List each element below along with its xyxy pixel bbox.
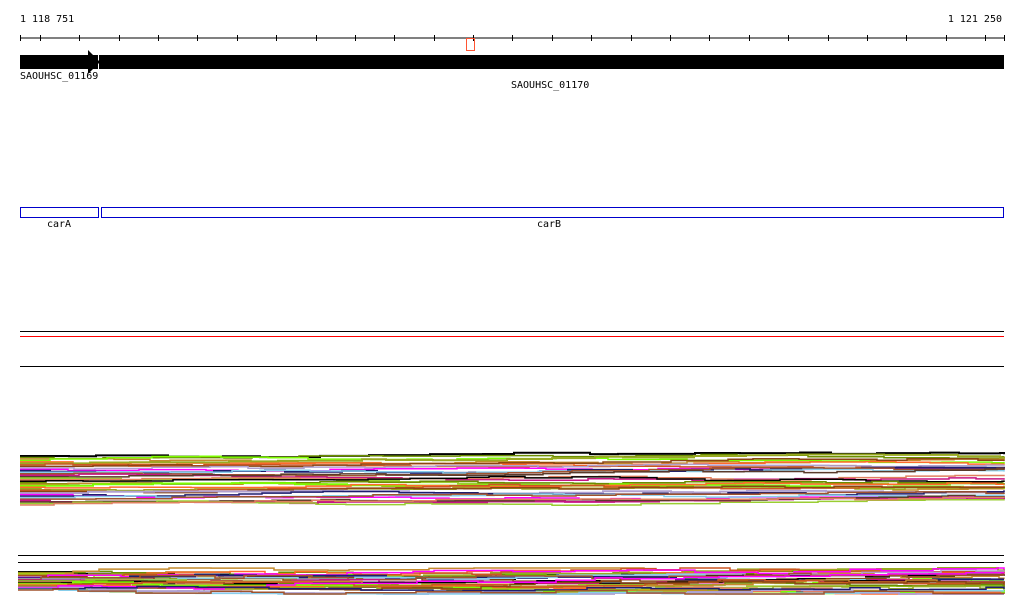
- expression-track-1: [20, 451, 1005, 506]
- annotation-track: [20, 207, 1004, 218]
- threshold-track: [20, 331, 1004, 367]
- annotation-label-carB: carB: [537, 219, 562, 230]
- gene-label-SAOUHSC_01170: SAOUHSC_01170: [511, 80, 590, 91]
- annotation-label-carA: carA: [47, 219, 72, 230]
- gene-track: [20, 50, 1004, 74]
- annotation-carA[interactable]: [20, 207, 99, 218]
- coordinate-ruler: [20, 35, 1005, 41]
- expression-track-2: [18, 567, 1005, 595]
- gene-SAOUHSC_01169[interactable]: [20, 55, 98, 69]
- genome-tracks[interactable]: [0, 0, 1024, 611]
- gene-SAOUHSC_01170[interactable]: [99, 55, 1004, 69]
- annotation-carB[interactable]: [101, 207, 1004, 218]
- expression-track-2-frame: [18, 555, 1004, 563]
- gene-label-SAOUHSC_01169: SAOUHSC_01169: [20, 71, 99, 82]
